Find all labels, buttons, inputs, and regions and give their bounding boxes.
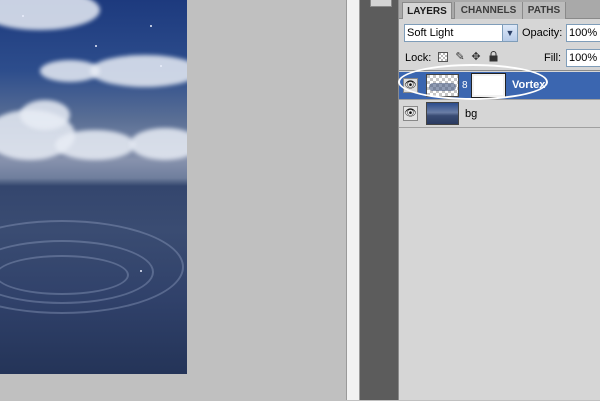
layer-mask-thumbnail[interactable] (471, 73, 506, 98)
star (150, 25, 152, 27)
layer-row-bg[interactable]: 👁 bg (399, 100, 600, 128)
layer-thumbnail[interactable] (426, 102, 459, 125)
layer-thumbnail[interactable] (426, 74, 459, 97)
collapsed-panel-button[interactable] (370, 0, 392, 7)
fill-label: Fill: (544, 52, 562, 64)
star (140, 270, 142, 272)
cloud (90, 55, 187, 87)
cloud (40, 60, 100, 82)
eye-icon[interactable]: 👁 (403, 106, 418, 121)
layer-name[interactable]: Vortex (512, 79, 545, 91)
chain-icon[interactable]: 8 (462, 80, 468, 91)
tab-paths[interactable]: PATHS (522, 2, 566, 19)
brush-icon[interactable]: ✎ (454, 51, 466, 63)
move-icon[interactable]: ✥ (470, 51, 482, 63)
cloud (55, 130, 135, 160)
padlock-icon[interactable] (487, 51, 499, 63)
tab-layers[interactable]: LAYERS (402, 2, 452, 19)
opacity-input[interactable]: 100% (566, 24, 600, 42)
layer-name[interactable]: bg (465, 108, 477, 120)
chevron-down-icon[interactable]: ▼ (502, 25, 517, 41)
padlock-shape (489, 51, 497, 62)
layers-panel: LAYERS CHANNELS PATHS Soft Light ▼ Opaci… (398, 0, 600, 400)
star (95, 45, 97, 47)
layer-list: 👁 8 Vortex 👁 bg (399, 70, 600, 401)
cloud (20, 100, 70, 130)
star (160, 65, 162, 67)
eye-icon[interactable]: 👁 (403, 78, 418, 93)
panel-tab-bar: LAYERS CHANNELS PATHS (399, 0, 600, 19)
fill-input[interactable]: 100% (566, 49, 600, 67)
blend-mode-select[interactable]: Soft Light ▼ (404, 24, 518, 42)
opacity-label: Opacity: (522, 27, 563, 39)
tab-channels[interactable]: CHANNELS (454, 2, 522, 19)
star (22, 15, 24, 17)
blend-mode-value: Soft Light (407, 27, 454, 39)
vortex-swirl (0, 255, 129, 295)
cloud (130, 128, 187, 160)
layer-row-vortex[interactable]: 👁 8 Vortex (399, 72, 600, 100)
checkerboard-icon[interactable] (438, 52, 448, 62)
collapsed-panel-dock (360, 0, 398, 400)
panel-divider (346, 0, 360, 400)
cloud (0, 0, 100, 30)
canvas-image-sky-ocean[interactable] (0, 0, 187, 374)
lock-label: Lock: (405, 52, 432, 64)
document-canvas-area[interactable] (0, 0, 346, 400)
